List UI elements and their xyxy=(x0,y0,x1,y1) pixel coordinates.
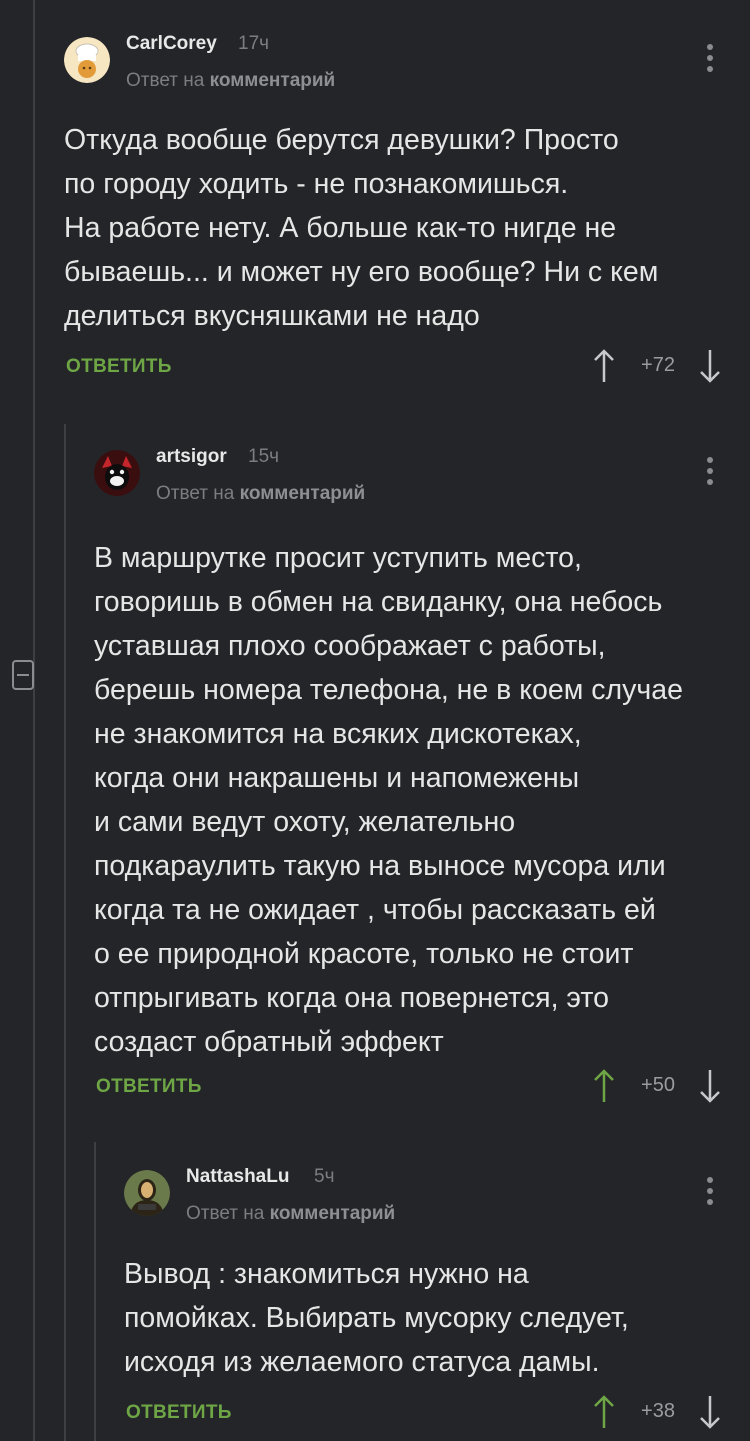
thread-line-level-1 xyxy=(33,0,35,1441)
reply-to-line: Ответ на комментарий xyxy=(156,483,365,505)
arrow-down-icon[interactable] xyxy=(698,348,722,384)
reply-to-prefix: Ответ на xyxy=(156,483,235,504)
comment-nattashalu: NattashaLu 5ч Ответ на комментарий Вывод… xyxy=(124,1140,750,1441)
reply-to-prefix: Ответ на xyxy=(126,70,205,91)
comment-artsigor: artsigor 15ч Ответ на комментарий В марш… xyxy=(94,420,750,1120)
reply-to-prefix: Ответ на xyxy=(186,1203,265,1224)
reply-to-line: Ответ на комментарий xyxy=(126,70,335,92)
score: +72 xyxy=(641,354,675,376)
username[interactable]: NattashaLu xyxy=(186,1166,289,1188)
username[interactable]: artsigor xyxy=(156,446,227,468)
arrow-up-icon[interactable] xyxy=(592,1068,616,1104)
comment-text: В маршрутке просит уступить место, говор… xyxy=(94,542,683,1058)
arrow-up-icon[interactable] xyxy=(592,1394,616,1430)
username[interactable]: CarlCorey xyxy=(126,33,217,55)
reply-button[interactable]: ОТВЕТИТЬ xyxy=(66,356,172,378)
vote-controls: +50 xyxy=(592,1068,724,1104)
timestamp: 17ч xyxy=(238,33,270,54)
avatar[interactable] xyxy=(94,450,140,496)
avatar[interactable] xyxy=(64,37,110,83)
timestamp: 5ч xyxy=(314,1166,335,1187)
vote-controls: +38 xyxy=(592,1394,724,1430)
reply-to-line: Ответ на комментарий xyxy=(186,1203,395,1225)
kebab-menu-icon[interactable] xyxy=(706,44,714,78)
reply-to-link[interactable]: комментарий xyxy=(270,1203,396,1224)
reply-to-link[interactable]: комментарий xyxy=(240,483,366,504)
comment-text: Откуда вообще берутся девушки? Просто по… xyxy=(64,124,659,332)
reply-button[interactable]: ОТВЕТИТЬ xyxy=(126,1402,232,1424)
mona-lisa-avatar-icon xyxy=(124,1170,170,1216)
avatar[interactable] xyxy=(124,1170,170,1216)
vote-controls: +72 xyxy=(592,348,724,384)
score: +50 xyxy=(641,1074,675,1096)
arrow-up-icon[interactable] xyxy=(592,348,616,384)
reply-button[interactable]: ОТВЕТИТЬ xyxy=(96,1076,202,1098)
collapse-thread-button[interactable] xyxy=(12,660,34,690)
kebab-menu-icon[interactable] xyxy=(706,457,714,491)
comment-carlcorey: CarlCorey 17ч Ответ на комментарий Откуд… xyxy=(64,0,750,400)
chef-avatar-icon xyxy=(64,37,110,83)
mask-avatar-icon xyxy=(94,450,140,496)
thread-line-level-2 xyxy=(64,424,66,1441)
score: +38 xyxy=(641,1400,675,1422)
timestamp: 15ч xyxy=(248,446,280,467)
reply-to-link[interactable]: комментарий xyxy=(210,70,336,91)
arrow-down-icon[interactable] xyxy=(698,1394,722,1430)
comment-text: Вывод : знакомиться нужно на помойках. В… xyxy=(124,1258,629,1378)
arrow-down-icon[interactable] xyxy=(698,1068,722,1104)
kebab-menu-icon[interactable] xyxy=(706,1177,714,1211)
thread-line-level-3 xyxy=(94,1142,96,1441)
